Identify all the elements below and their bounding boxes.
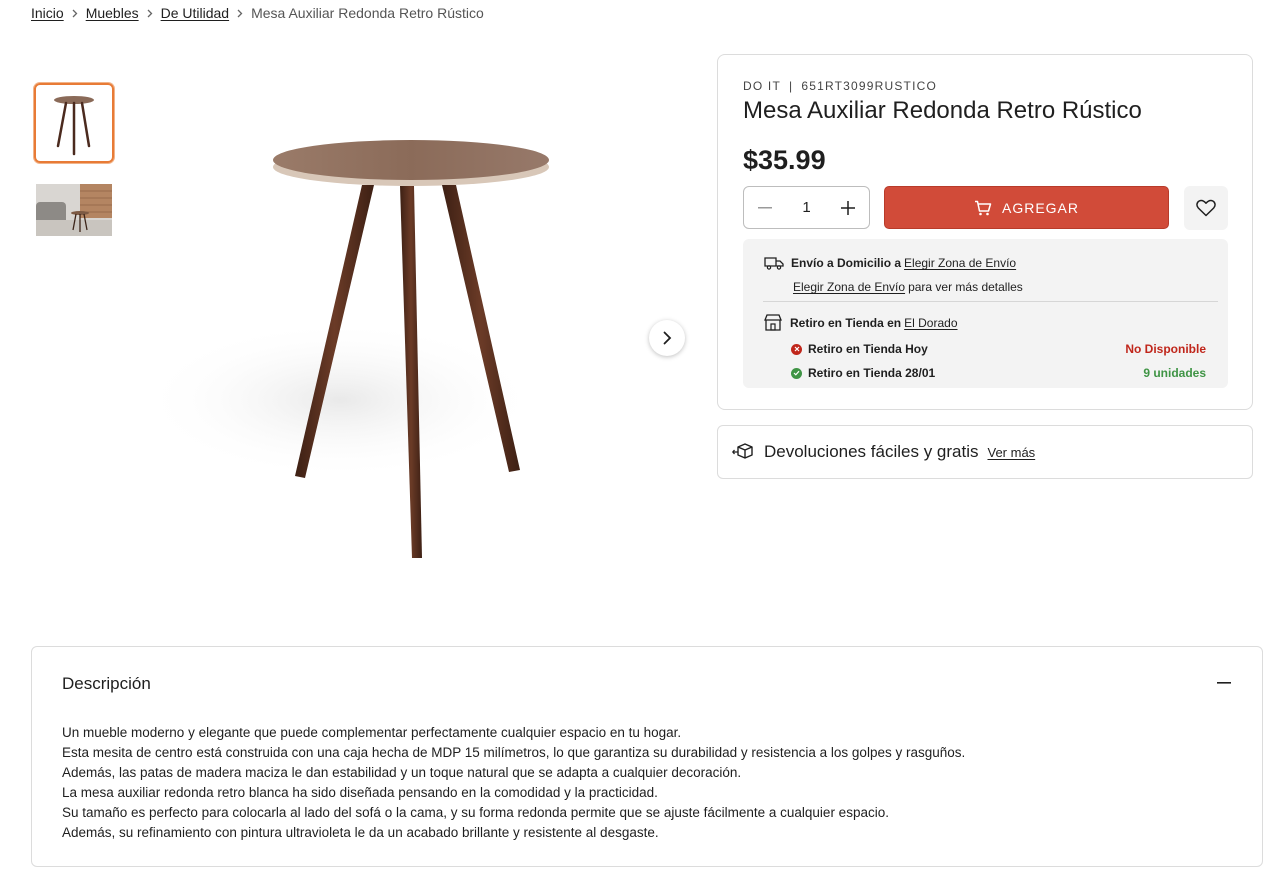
home-delivery-label: Envío a Domicilio a bbox=[791, 256, 902, 270]
pickup-today-status: No Disponible bbox=[1125, 342, 1206, 356]
brand-separator: | bbox=[789, 79, 794, 93]
choose-zone-link[interactable]: Elegir Zona de Envío bbox=[904, 256, 1016, 270]
brand-name[interactable]: DO IT bbox=[743, 79, 781, 93]
brand-sku-line: DO IT | 651RT3099RUSTICO bbox=[743, 79, 937, 93]
pickup-today-row: Retiro en Tienda Hoy No Disponible bbox=[791, 342, 1217, 356]
pickup-date-row: Retiro en Tienda 28/01 9 unidades bbox=[791, 366, 1217, 380]
description-line: Esta mesita de centro está construida co… bbox=[62, 745, 966, 760]
decrease-quantity-button[interactable] bbox=[754, 197, 776, 219]
delivery-options-panel: Envío a Domicilio a Elegir Zona de Envío… bbox=[743, 239, 1228, 388]
zone-hint-text: para ver más detalles bbox=[908, 280, 1023, 294]
description-body: Un mueble moderno y elegante que puede c… bbox=[62, 723, 965, 843]
heart-icon bbox=[1196, 199, 1216, 217]
gallery-thumbnail-2[interactable] bbox=[34, 180, 114, 240]
description-section: Descripción Un mueble moderno y elegante… bbox=[31, 646, 1263, 867]
table-thumbnail-image bbox=[54, 96, 94, 156]
breadcrumb: Inicio Muebles De Utilidad Mesa Auxiliar… bbox=[31, 5, 484, 21]
chevron-right-icon bbox=[237, 9, 243, 18]
sku-code: 651RT3099RUSTICO bbox=[801, 79, 938, 93]
pickup-today-label: Retiro en Tienda Hoy bbox=[808, 342, 928, 356]
store-pickup-label: Retiro en Tienda en bbox=[790, 315, 902, 330]
minus-icon bbox=[1217, 682, 1231, 684]
add-to-cart-button[interactable]: AGREGAR bbox=[884, 186, 1169, 229]
minus-icon bbox=[758, 206, 772, 208]
add-to-cart-label: AGREGAR bbox=[1001, 199, 1079, 216]
main-product-image bbox=[140, 60, 660, 600]
buy-box: DO IT | 651RT3099RUSTICO Mesa Auxiliar R… bbox=[717, 54, 1253, 410]
pickup-date-label: Retiro en Tienda 28/01 bbox=[808, 366, 936, 380]
description-line: Un mueble moderno y elegante que puede c… bbox=[62, 725, 682, 740]
choose-zone-link-secondary[interactable]: Elegir Zona de Envío bbox=[793, 280, 905, 294]
available-check-icon bbox=[791, 367, 802, 379]
description-line: Además, las patas de madera maciza le da… bbox=[62, 765, 742, 780]
chevron-right-icon bbox=[663, 331, 672, 345]
description-line: Además, su refinamiento con pintura ultr… bbox=[62, 825, 659, 840]
wishlist-button[interactable] bbox=[1184, 186, 1228, 230]
next-image-button[interactable] bbox=[649, 320, 685, 356]
zone-hint-row: Elegir Zona de Envío para ver más detall… bbox=[793, 280, 1023, 294]
breadcrumb-link-de-utilidad[interactable]: De Utilidad bbox=[161, 5, 229, 21]
breadcrumb-link-muebles[interactable]: Muebles bbox=[86, 5, 139, 21]
returns-box-icon bbox=[732, 443, 753, 459]
store-link[interactable]: El Dorado bbox=[904, 316, 957, 330]
description-line: La mesa auxiliar redonda retro blanca ha… bbox=[62, 785, 658, 800]
returns-title: Devoluciones fáciles y gratis bbox=[764, 442, 979, 461]
delivery-truck-icon bbox=[764, 257, 784, 270]
returns-more-link[interactable]: Ver más bbox=[987, 445, 1035, 460]
breadcrumb-current: Mesa Auxiliar Redonda Retro Rústico bbox=[251, 5, 484, 21]
collapse-description-button[interactable] bbox=[1216, 675, 1232, 691]
breadcrumb-link-inicio[interactable]: Inicio bbox=[31, 5, 64, 21]
description-line: Su tamaño es perfecto para colocarla al … bbox=[62, 805, 889, 820]
cart-icon bbox=[974, 200, 992, 215]
store-icon bbox=[764, 314, 782, 331]
product-title: Mesa Auxiliar Redonda Retro Rústico bbox=[743, 97, 1142, 124]
home-delivery-row: Envío a Domicilio a Elegir Zona de Envío bbox=[764, 256, 1016, 270]
unavailable-x-icon bbox=[791, 343, 802, 355]
delivery-divider bbox=[763, 301, 1218, 302]
quantity-stepper: 1 bbox=[743, 186, 870, 229]
room-thumbnail-image bbox=[36, 184, 112, 236]
increase-quantity-button[interactable] bbox=[837, 197, 859, 219]
quantity-value[interactable]: 1 bbox=[802, 199, 810, 216]
returns-banner: Devoluciones fáciles y gratis Ver más bbox=[717, 425, 1253, 479]
store-pickup-row: Retiro en Tienda en El Dorado bbox=[764, 314, 958, 331]
plus-icon bbox=[841, 200, 855, 215]
pickup-date-status: 9 unidades bbox=[1143, 366, 1206, 380]
gallery-thumbnail-1[interactable] bbox=[34, 83, 114, 163]
chevron-right-icon bbox=[72, 9, 78, 18]
chevron-right-icon bbox=[147, 9, 153, 18]
product-price: $35.99 bbox=[743, 145, 826, 175]
description-title[interactable]: Descripción bbox=[62, 674, 151, 694]
